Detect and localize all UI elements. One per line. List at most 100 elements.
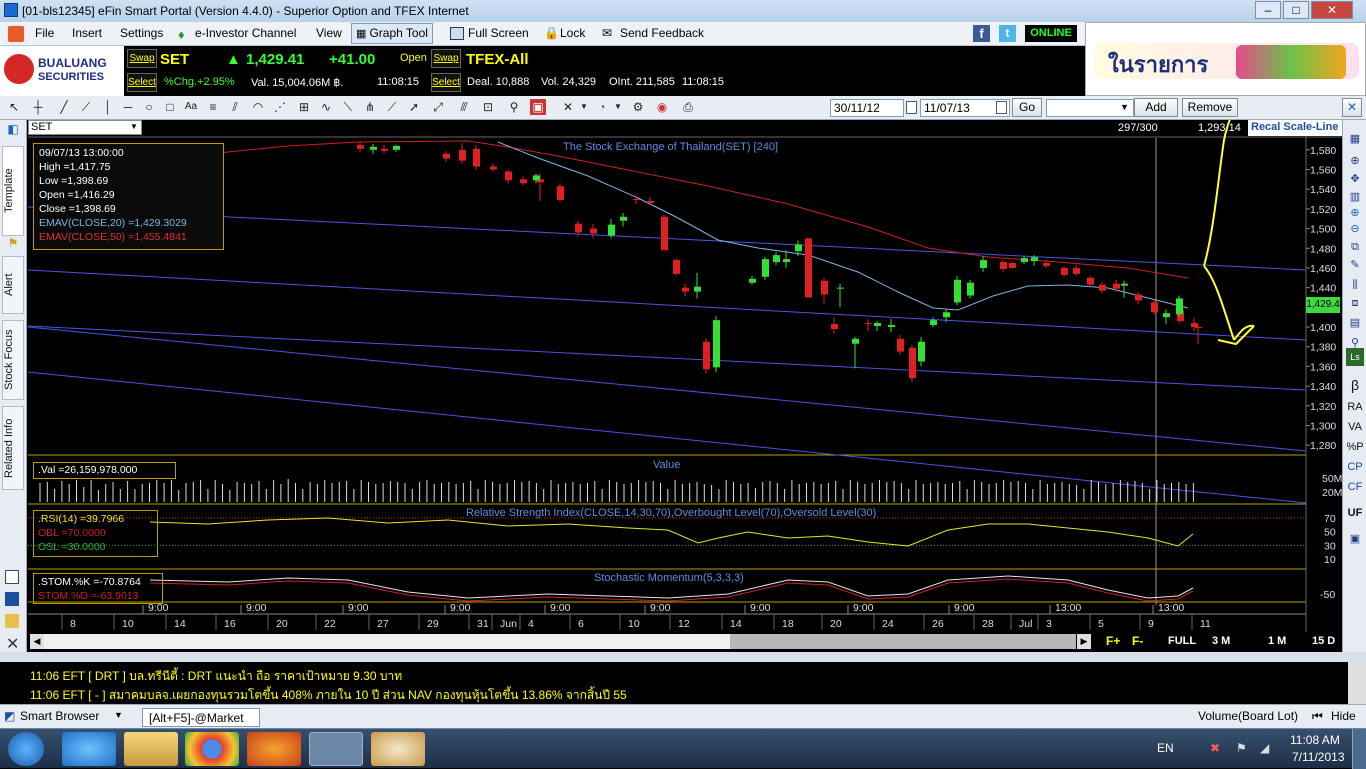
go-button[interactable]: Go: [1012, 98, 1042, 117]
tab-related-info[interactable]: Related Info: [2, 406, 24, 490]
trend-tool-icon[interactable]: ⤢: [430, 99, 446, 115]
set-swap-button[interactable]: Swap: [127, 49, 157, 68]
add-button[interactable]: Add: [1134, 98, 1178, 117]
range-1m[interactable]: 1 M: [1268, 635, 1286, 647]
minimize-button[interactable]: –: [1255, 1, 1281, 19]
hide-button[interactable]: Hide: [1331, 709, 1356, 723]
horizontal-line-icon[interactable]: ─: [120, 99, 136, 115]
settings-icon[interactable]: ⚙: [630, 99, 646, 115]
chrome-icon[interactable]: [185, 732, 239, 766]
twitter-icon[interactable]: t: [999, 25, 1016, 42]
refresh-dropdown-icon[interactable]: ▼: [610, 99, 626, 115]
menu-full-screen[interactable]: Full Screen: [468, 26, 529, 40]
tfex-select-button[interactable]: Select: [431, 73, 461, 92]
remove-button[interactable]: Remove: [1182, 98, 1238, 117]
erase-dropdown-icon[interactable]: ▼: [576, 99, 592, 115]
arc-tool-icon[interactable]: ◠: [250, 99, 266, 115]
scroll-left-icon[interactable]: ◀: [30, 634, 44, 649]
calendar-to-icon[interactable]: [996, 101, 1007, 114]
menu-file[interactable]: File: [35, 26, 54, 40]
network-icon[interactable]: ✖: [1210, 741, 1220, 755]
range-full[interactable]: FULL: [1168, 635, 1196, 647]
collapse-icon[interactable]: ◧: [4, 122, 22, 140]
magnet-tool-icon[interactable]: ⚲: [506, 99, 522, 115]
range-3m[interactable]: 3 M: [1212, 635, 1230, 647]
tab-alert[interactable]: Alert: [2, 256, 24, 314]
indicator-dropdown-icon[interactable]: ▼: [1120, 102, 1129, 112]
tab-template[interactable]: Template: [2, 146, 24, 236]
uf-icon[interactable]: UF: [1346, 504, 1364, 522]
minus-icon[interactable]: ⊖: [1346, 220, 1364, 238]
recal-scale-line[interactable]: Recal Scale-Line: [1248, 120, 1342, 136]
grid-icon[interactable]: ▦: [1346, 130, 1364, 148]
fibonacci-tool-icon[interactable]: ≡: [205, 99, 221, 115]
menu-send-feedback[interactable]: Send Feedback: [620, 26, 704, 40]
menu-insert[interactable]: Insert: [72, 26, 102, 40]
print-icon[interactable]: ⎙: [680, 99, 696, 115]
volume-icon[interactable]: ◢: [1260, 741, 1269, 755]
close-button[interactable]: ✕: [1311, 1, 1353, 19]
market-tab[interactable]: [Alt+F5]-@Market: [142, 708, 260, 727]
cf-icon[interactable]: CF: [1346, 478, 1364, 496]
calendar-from-icon[interactable]: [906, 101, 917, 114]
parallel-tool-icon[interactable]: ⫻: [456, 99, 472, 115]
start-button[interactable]: [8, 732, 44, 766]
hide-icon[interactable]: ⏮: [1312, 709, 1323, 724]
vertical-line-icon[interactable]: │: [100, 99, 116, 115]
pitchfork-tool-icon[interactable]: ⋔: [362, 99, 378, 115]
refresh-icon[interactable]: ◔: [594, 99, 610, 115]
ie-icon[interactable]: [62, 732, 116, 766]
circle-tool-icon[interactable]: ○: [141, 99, 157, 115]
pan-icon[interactable]: ✥: [1346, 170, 1364, 188]
ls-icon[interactable]: Ls: [1346, 348, 1364, 366]
language-indicator[interactable]: EN: [1157, 741, 1174, 755]
set-select-button[interactable]: Select: [127, 73, 157, 92]
news-item-2[interactable]: 11:06 EFT [ - ] สมาคมบลจ.เผยกองทุนรวมโตข…: [30, 686, 627, 705]
ad-banner[interactable]: ในรายการ: [1085, 22, 1366, 96]
line-tool-icon[interactable]: ╱: [56, 99, 72, 115]
percent-p-icon[interactable]: %P: [1346, 438, 1364, 456]
tfex-swap-button[interactable]: Swap: [431, 49, 461, 68]
crosshair-tool-icon[interactable]: ┼: [30, 99, 46, 115]
cp-icon[interactable]: CP: [1346, 458, 1364, 476]
rectangle-tool-icon[interactable]: □: [162, 99, 178, 115]
menu-view[interactable]: View: [316, 26, 342, 40]
arrow-tool-icon[interactable]: ➚: [406, 99, 422, 115]
explorer-icon[interactable]: [124, 732, 178, 766]
firefox-icon[interactable]: [247, 732, 301, 766]
channel-tool-icon[interactable]: ⫽: [227, 99, 243, 115]
facebook-icon[interactable]: f: [973, 25, 990, 42]
open-icon[interactable]: [5, 614, 19, 628]
chart-icon[interactable]: ▤: [1346, 314, 1364, 332]
volume-mode[interactable]: Volume(Board Lot): [1198, 709, 1298, 723]
beta-icon[interactable]: β: [1346, 376, 1364, 394]
tab-stock-focus[interactable]: Stock Focus: [2, 320, 24, 400]
symbol-dropdown-icon[interactable]: ▼: [130, 122, 138, 131]
save-icon[interactable]: [5, 592, 19, 606]
efin-app-icon[interactable]: [309, 732, 363, 766]
ray-tool-icon[interactable]: ⟋: [78, 99, 94, 115]
pencil-icon[interactable]: ✎: [1346, 256, 1364, 274]
zoom-in-icon[interactable]: ⊕: [1346, 152, 1364, 170]
zoom-out-f-icon[interactable]: F-: [1132, 634, 1143, 648]
menu-settings[interactable]: Settings: [120, 26, 163, 40]
chart-area[interactable]: 1,580 1,560 1,540 1,520 1,500 1,480 1,460 1,440…: [28, 120, 1342, 632]
paint-icon[interactable]: [371, 732, 425, 766]
flag-icon[interactable]: ⚑: [1236, 741, 1247, 755]
cycle-tool-icon[interactable]: ∿: [318, 99, 334, 115]
calc-icon[interactable]: ▣: [1346, 530, 1364, 548]
zoom-in-f-icon[interactable]: F+: [1106, 634, 1120, 648]
speed-line-icon[interactable]: ⟋: [384, 99, 400, 115]
price-chart[interactable]: 1,580 1,560 1,540 1,520 1,500 1,480 1,460 1,440…: [28, 120, 1342, 632]
symbol-input[interactable]: SET: [28, 120, 142, 135]
new-icon[interactable]: [5, 570, 19, 584]
show-desktop-button[interactable]: [1352, 729, 1366, 769]
menu-lock[interactable]: Lock: [560, 26, 585, 40]
text-tool-icon[interactable]: Aa: [183, 99, 199, 115]
smart-browser-dropdown-icon[interactable]: ▼: [114, 710, 123, 720]
regression-tool-icon[interactable]: ⟍: [340, 99, 356, 115]
ra-icon[interactable]: RA: [1346, 398, 1364, 416]
fan-tool-icon[interactable]: ⋰: [272, 99, 288, 115]
va-icon[interactable]: VA: [1346, 418, 1364, 436]
menu-graph-tool[interactable]: ▦ Graph Tool: [351, 23, 433, 44]
